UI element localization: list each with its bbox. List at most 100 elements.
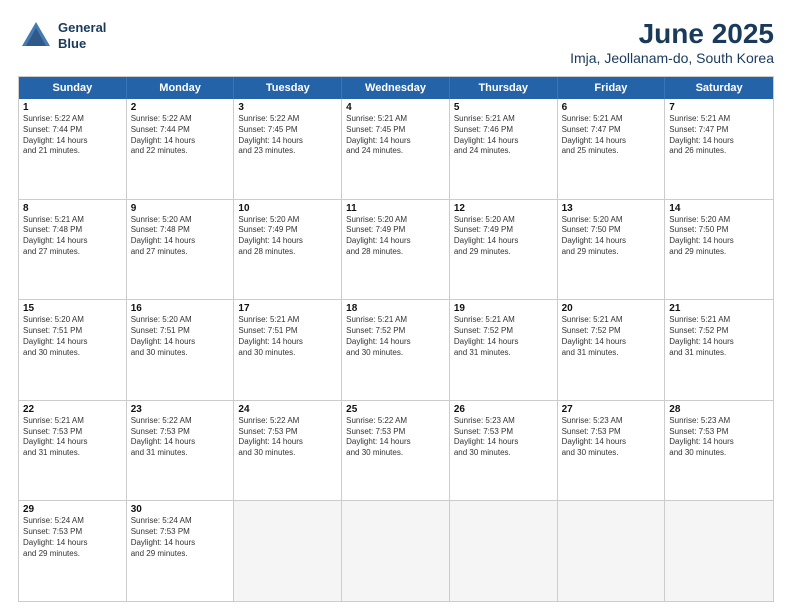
calendar-row: 1Sunrise: 5:22 AMSunset: 7:44 PMDaylight…: [19, 99, 773, 199]
calendar-cell: 9Sunrise: 5:20 AMSunset: 7:48 PMDaylight…: [127, 200, 235, 300]
cell-line: Sunset: 7:53 PM: [131, 427, 230, 438]
cell-line: Sunrise: 5:20 AM: [562, 215, 661, 226]
cell-line: and 31 minutes.: [454, 348, 553, 359]
cell-line: Sunrise: 5:21 AM: [562, 315, 661, 326]
calendar-cell: 16Sunrise: 5:20 AMSunset: 7:51 PMDayligh…: [127, 300, 235, 400]
day-number: 24: [238, 404, 337, 415]
calendar-cell: 14Sunrise: 5:20 AMSunset: 7:50 PMDayligh…: [665, 200, 773, 300]
day-number: 30: [131, 504, 230, 515]
cell-line: Daylight: 14 hours: [454, 136, 553, 147]
header-day-wednesday: Wednesday: [342, 77, 450, 99]
cell-line: Sunrise: 5:20 AM: [131, 315, 230, 326]
cell-line: Sunrise: 5:23 AM: [562, 416, 661, 427]
calendar-cell: 4Sunrise: 5:21 AMSunset: 7:45 PMDaylight…: [342, 99, 450, 199]
cell-line: and 30 minutes.: [346, 448, 445, 459]
cell-line: Sunrise: 5:20 AM: [669, 215, 769, 226]
cell-line: Sunrise: 5:21 AM: [562, 114, 661, 125]
calendar-cell: 19Sunrise: 5:21 AMSunset: 7:52 PMDayligh…: [450, 300, 558, 400]
cell-line: Daylight: 14 hours: [454, 437, 553, 448]
cell-line: and 28 minutes.: [238, 247, 337, 258]
cell-line: Daylight: 14 hours: [23, 437, 122, 448]
cell-line: Daylight: 14 hours: [562, 437, 661, 448]
cell-line: Daylight: 14 hours: [23, 538, 122, 549]
cell-line: Sunset: 7:52 PM: [669, 326, 769, 337]
calendar-cell: [450, 501, 558, 601]
day-number: 29: [23, 504, 122, 515]
day-number: 4: [346, 102, 445, 113]
cell-line: Daylight: 14 hours: [454, 236, 553, 247]
cell-line: and 29 minutes.: [23, 549, 122, 560]
day-number: 3: [238, 102, 337, 113]
cell-line: and 30 minutes.: [669, 448, 769, 459]
day-number: 16: [131, 303, 230, 314]
page-subtitle: Imja, Jeollanam-do, South Korea: [570, 50, 774, 66]
cell-line: and 30 minutes.: [23, 348, 122, 359]
calendar-cell: 21Sunrise: 5:21 AMSunset: 7:52 PMDayligh…: [665, 300, 773, 400]
cell-line: and 27 minutes.: [131, 247, 230, 258]
cell-line: and 27 minutes.: [23, 247, 122, 258]
header-day-tuesday: Tuesday: [234, 77, 342, 99]
day-number: 19: [454, 303, 553, 314]
cell-line: Sunrise: 5:20 AM: [23, 315, 122, 326]
day-number: 25: [346, 404, 445, 415]
cell-line: Daylight: 14 hours: [346, 236, 445, 247]
cell-line: and 30 minutes.: [454, 448, 553, 459]
cell-line: and 30 minutes.: [346, 348, 445, 359]
cell-line: Sunrise: 5:20 AM: [131, 215, 230, 226]
cell-line: Sunset: 7:44 PM: [131, 125, 230, 136]
cell-line: and 30 minutes.: [131, 348, 230, 359]
cell-line: Daylight: 14 hours: [131, 538, 230, 549]
header-day-friday: Friday: [558, 77, 666, 99]
cell-line: Sunrise: 5:20 AM: [454, 215, 553, 226]
cell-line: Sunrise: 5:22 AM: [238, 416, 337, 427]
calendar-header: SundayMondayTuesdayWednesdayThursdayFrid…: [19, 77, 773, 99]
header-day-thursday: Thursday: [450, 77, 558, 99]
cell-line: Daylight: 14 hours: [562, 136, 661, 147]
cell-line: Sunrise: 5:22 AM: [23, 114, 122, 125]
cell-line: and 23 minutes.: [238, 146, 337, 157]
calendar-row: 29Sunrise: 5:24 AMSunset: 7:53 PMDayligh…: [19, 500, 773, 601]
cell-line: Sunset: 7:51 PM: [23, 326, 122, 337]
cell-line: Sunset: 7:53 PM: [454, 427, 553, 438]
day-number: 6: [562, 102, 661, 113]
cell-line: Sunset: 7:49 PM: [238, 225, 337, 236]
calendar-cell: 28Sunrise: 5:23 AMSunset: 7:53 PMDayligh…: [665, 401, 773, 501]
cell-line: Sunrise: 5:21 AM: [346, 114, 445, 125]
logo-line2: Blue: [58, 36, 106, 52]
cell-line: Sunset: 7:50 PM: [562, 225, 661, 236]
cell-line: Sunset: 7:49 PM: [454, 225, 553, 236]
calendar-cell: 8Sunrise: 5:21 AMSunset: 7:48 PMDaylight…: [19, 200, 127, 300]
day-number: 28: [669, 404, 769, 415]
calendar-cell: 29Sunrise: 5:24 AMSunset: 7:53 PMDayligh…: [19, 501, 127, 601]
cell-line: Sunrise: 5:21 AM: [238, 315, 337, 326]
cell-line: Sunset: 7:53 PM: [131, 527, 230, 538]
title-block: June 2025 Imja, Jeollanam-do, South Kore…: [570, 18, 774, 66]
cell-line: Sunset: 7:51 PM: [238, 326, 337, 337]
cell-line: Sunset: 7:52 PM: [346, 326, 445, 337]
cell-line: Daylight: 14 hours: [238, 437, 337, 448]
calendar-cell: 23Sunrise: 5:22 AMSunset: 7:53 PMDayligh…: [127, 401, 235, 501]
calendar-cell: 12Sunrise: 5:20 AMSunset: 7:49 PMDayligh…: [450, 200, 558, 300]
header-day-sunday: Sunday: [19, 77, 127, 99]
calendar-cell: 3Sunrise: 5:22 AMSunset: 7:45 PMDaylight…: [234, 99, 342, 199]
cell-line: Sunset: 7:53 PM: [23, 427, 122, 438]
cell-line: Sunset: 7:53 PM: [23, 527, 122, 538]
cell-line: and 30 minutes.: [238, 348, 337, 359]
day-number: 2: [131, 102, 230, 113]
calendar-cell: 20Sunrise: 5:21 AMSunset: 7:52 PMDayligh…: [558, 300, 666, 400]
cell-line: Sunrise: 5:22 AM: [131, 416, 230, 427]
calendar: SundayMondayTuesdayWednesdayThursdayFrid…: [18, 76, 774, 602]
calendar-row: 22Sunrise: 5:21 AMSunset: 7:53 PMDayligh…: [19, 400, 773, 501]
cell-line: and 29 minutes.: [454, 247, 553, 258]
calendar-cell: [234, 501, 342, 601]
cell-line: Sunrise: 5:22 AM: [238, 114, 337, 125]
cell-line: Sunset: 7:49 PM: [346, 225, 445, 236]
cell-line: Sunset: 7:47 PM: [562, 125, 661, 136]
day-number: 1: [23, 102, 122, 113]
cell-line: Sunset: 7:50 PM: [669, 225, 769, 236]
cell-line: Sunset: 7:52 PM: [562, 326, 661, 337]
cell-line: Sunset: 7:53 PM: [562, 427, 661, 438]
cell-line: Sunrise: 5:24 AM: [131, 516, 230, 527]
cell-line: Sunrise: 5:24 AM: [23, 516, 122, 527]
cell-line: Daylight: 14 hours: [238, 337, 337, 348]
